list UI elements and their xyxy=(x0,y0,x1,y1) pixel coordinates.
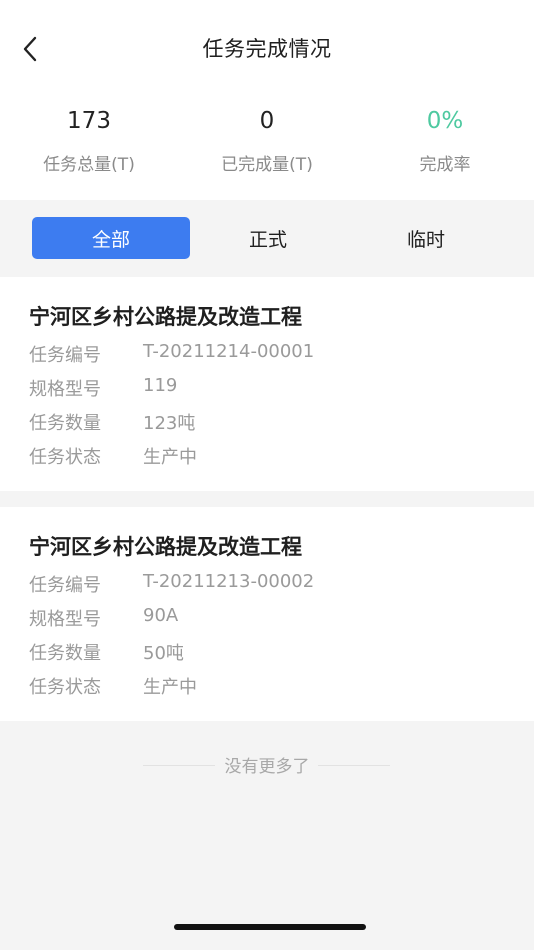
field-value: 50吨 xyxy=(143,643,184,664)
field-label: 规格型号 xyxy=(29,379,101,400)
home-indicator[interactable] xyxy=(174,924,366,930)
tab-formal[interactable]: 正式 xyxy=(189,217,347,259)
divider-right xyxy=(318,765,390,766)
task-card[interactable]: 宁河区乡村公路提及改造工程 任务编号 T-20211214-00001 规格型号… xyxy=(0,277,534,491)
stat-completed-value: 0 xyxy=(259,108,275,134)
nav-bar: 任务完成情况 xyxy=(0,0,534,96)
field-value: 生产中 xyxy=(143,677,197,698)
field-value: 123吨 xyxy=(143,413,196,434)
field-label: 任务数量 xyxy=(29,413,101,434)
tab-all[interactable]: 全部 xyxy=(32,217,190,259)
task-title: 宁河区乡村公路提及改造工程 xyxy=(29,535,302,559)
stat-total-label: 任务总量(T) xyxy=(43,155,135,175)
field-value: T-20211213-00002 xyxy=(143,571,315,592)
no-more-text: 没有更多了 xyxy=(224,757,310,777)
stat-total-value: 173 xyxy=(67,108,111,134)
field-label: 任务状态 xyxy=(29,447,101,468)
field-label: 任务数量 xyxy=(29,643,101,664)
page-title: 任务完成情况 xyxy=(202,37,332,61)
task-card[interactable]: 宁河区乡村公路提及改造工程 任务编号 T-20211213-00002 规格型号… xyxy=(0,507,534,721)
field-value: 119 xyxy=(143,375,178,396)
field-label: 任务编号 xyxy=(29,345,101,366)
filter-tabs: 全部 正式 临时 xyxy=(0,200,534,276)
field-label: 任务编号 xyxy=(29,575,101,596)
no-more-indicator: 没有更多了 xyxy=(0,752,534,778)
tab-temporary[interactable]: 临时 xyxy=(347,217,505,259)
stat-rate-label: 完成率 xyxy=(419,155,471,175)
task-completion-screen: 任务完成情况 173 任务总量(T) 0 已完成量(T) 0% 完成率 全部 正… xyxy=(0,0,534,950)
field-value: 生产中 xyxy=(143,447,197,468)
task-title: 宁河区乡村公路提及改造工程 xyxy=(29,305,302,329)
stat-rate-value: 0% xyxy=(426,108,464,134)
field-value: 90A xyxy=(143,605,179,626)
field-value: T-20211214-00001 xyxy=(143,341,315,362)
field-label: 规格型号 xyxy=(29,609,101,630)
stat-completed-label: 已完成量(T) xyxy=(221,155,313,175)
field-label: 任务状态 xyxy=(29,677,101,698)
stats-summary: 173 任务总量(T) 0 已完成量(T) 0% 完成率 xyxy=(0,96,534,200)
